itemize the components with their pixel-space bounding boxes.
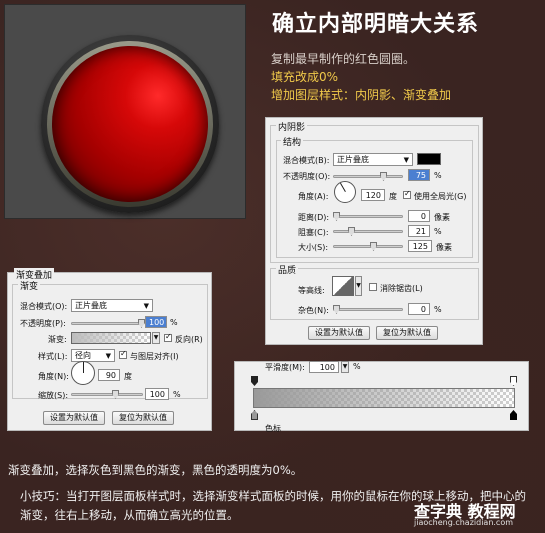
align-layer-label: 与图层对齐(I) [130,352,179,361]
color-stop-right[interactable] [510,410,517,420]
opacity-stop-left[interactable] [251,376,258,386]
gradient-bar[interactable] [253,388,515,408]
antialias-label: 消除锯齿(L) [380,284,423,293]
shadow-color-swatch[interactable] [417,153,441,165]
choke-input[interactable]: 21 [408,225,430,237]
opacity-input[interactable]: 75 [408,169,430,181]
blend-mode-label: 混合模式(B): [283,156,330,165]
watermark-url: jiaocheng.chazidian.com [414,518,514,527]
go-style-label: 样式(L): [38,352,68,361]
smoothness-label: 平滑度(M): [265,363,305,372]
distance-label: 距离(D): [298,213,330,222]
angle-dial[interactable] [334,181,356,203]
go-angle-input[interactable]: 90 [98,369,120,381]
smoothness-input[interactable]: 100 [309,361,339,373]
gradient-sub-legend: 渐变 [18,279,41,292]
go-style-select[interactable]: 径向 ▼ [71,349,115,362]
stops-label: 色标 [265,424,281,433]
blend-mode-value: 正片叠底 [337,155,369,164]
go-blend-value: 正片叠底 [75,301,107,310]
opacity-unit: % [434,171,442,180]
color-stop-left[interactable] [251,410,258,420]
smoothness-unit: % [353,362,361,371]
noise-input[interactable]: 0 [408,303,430,315]
global-light-label: 使用全局光(G) [414,192,467,201]
noise-unit: % [434,305,442,314]
go-style-value: 径向 [75,351,91,360]
footer-line-1: 渐变叠加，选择灰色到黑色的渐变，黑色的透明度为0%。 [8,463,303,477]
gradient-overlay-panel: 渐变叠加 渐变 混合模式(O): 正片叠底 ▼ 不透明度(P): 100 % 渐变… [7,268,212,431]
align-layer-checkbox[interactable] [119,349,127,359]
red-ball [52,46,208,202]
go-gradient-preview[interactable] [71,332,151,344]
angle-label: 角度(A): [298,192,329,201]
inner-shadow-legend: 内阴影 [276,120,308,133]
size-slider[interactable] [333,242,403,251]
go-scale-slider[interactable] [71,390,143,399]
go-angle-unit: 度 [124,372,132,381]
distance-input[interactable]: 0 [408,210,430,222]
reset-default-button[interactable]: 复位为默认值 [376,326,438,340]
noise-label: 杂色(N): [298,306,329,315]
size-label: 大小(S): [298,243,329,252]
go-blend-label: 混合模式(O): [20,302,68,311]
go-scale-label: 缩放(S): [38,391,69,400]
gradient-editor: 平滑度(M): 100 ▼ % 色标 [234,361,529,433]
page-title: 确立内部明暗大关系 [272,12,480,37]
go-angle-label: 角度(N): [38,372,69,381]
reverse-checkbox[interactable] [164,332,172,342]
size-input[interactable]: 125 [408,240,432,252]
choke-unit: % [434,227,442,236]
smoothness-dropdown-icon[interactable]: ▼ [341,361,349,373]
go-gradient-dropdown-icon[interactable]: ▼ [152,332,160,344]
go-scale-unit: % [173,390,181,399]
reverse-label: 反向(R) [175,335,203,344]
go-opacity-unit: % [170,318,178,327]
go-opacity-label: 不透明度(P): [20,319,66,328]
angle-unit: 度 [389,192,397,201]
distance-unit: 像素 [434,213,450,222]
contour-label: 等高线: [298,286,325,295]
contour-dropdown-icon[interactable]: ▼ [355,276,362,296]
opacity-label: 不透明度(O): [283,172,331,181]
distance-slider[interactable] [333,212,403,221]
choke-slider[interactable] [333,227,403,236]
go-set-default-button[interactable]: 设置为默认值 [43,411,105,425]
set-default-button[interactable]: 设置为默认值 [308,326,370,340]
intro-line-1: 复制最早制作的红色圆圈。 [271,52,416,66]
go-angle-dial-hand [83,362,84,373]
go-reset-default-button[interactable]: 复位为默认值 [112,411,174,425]
choke-label: 阻塞(C): [298,228,329,237]
go-angle-dial[interactable] [71,361,95,385]
angle-input[interactable]: 120 [361,189,385,201]
global-light-checkbox[interactable] [403,189,411,199]
go-scale-input[interactable]: 100 [145,388,169,400]
chevron-down-icon: ▼ [143,302,149,310]
go-gradient-label: 渐变: [48,335,67,344]
chevron-down-icon: ▼ [105,352,111,360]
intro-line-3: 增加图层样式：内阴影、渐变叠加 [271,88,452,102]
preview-canvas [4,4,246,219]
intro-line-2: 填充改成0% [271,70,339,84]
angle-dial-hand [340,182,346,192]
antialias-checkbox[interactable] [369,283,377,291]
go-opacity-slider[interactable] [71,319,145,328]
structure-legend: 结构 [281,135,304,148]
quality-legend: 品质 [276,263,299,276]
blend-mode-select[interactable]: 正片叠底 ▼ [333,153,413,166]
chevron-down-icon: ▼ [403,156,409,164]
opacity-stop-right[interactable] [510,376,517,386]
inner-shadow-panel: 内阴影 结构 混合模式(B): 正片叠底 ▼ 不透明度(O): 75 % 角度(A… [265,117,483,345]
go-blend-select[interactable]: 正片叠底 ▼ [71,299,153,312]
size-unit: 像素 [436,243,452,252]
opacity-slider[interactable] [333,172,403,181]
noise-slider[interactable] [333,305,403,314]
contour-preview[interactable] [332,276,354,296]
go-opacity-input[interactable]: 100 [145,316,167,328]
